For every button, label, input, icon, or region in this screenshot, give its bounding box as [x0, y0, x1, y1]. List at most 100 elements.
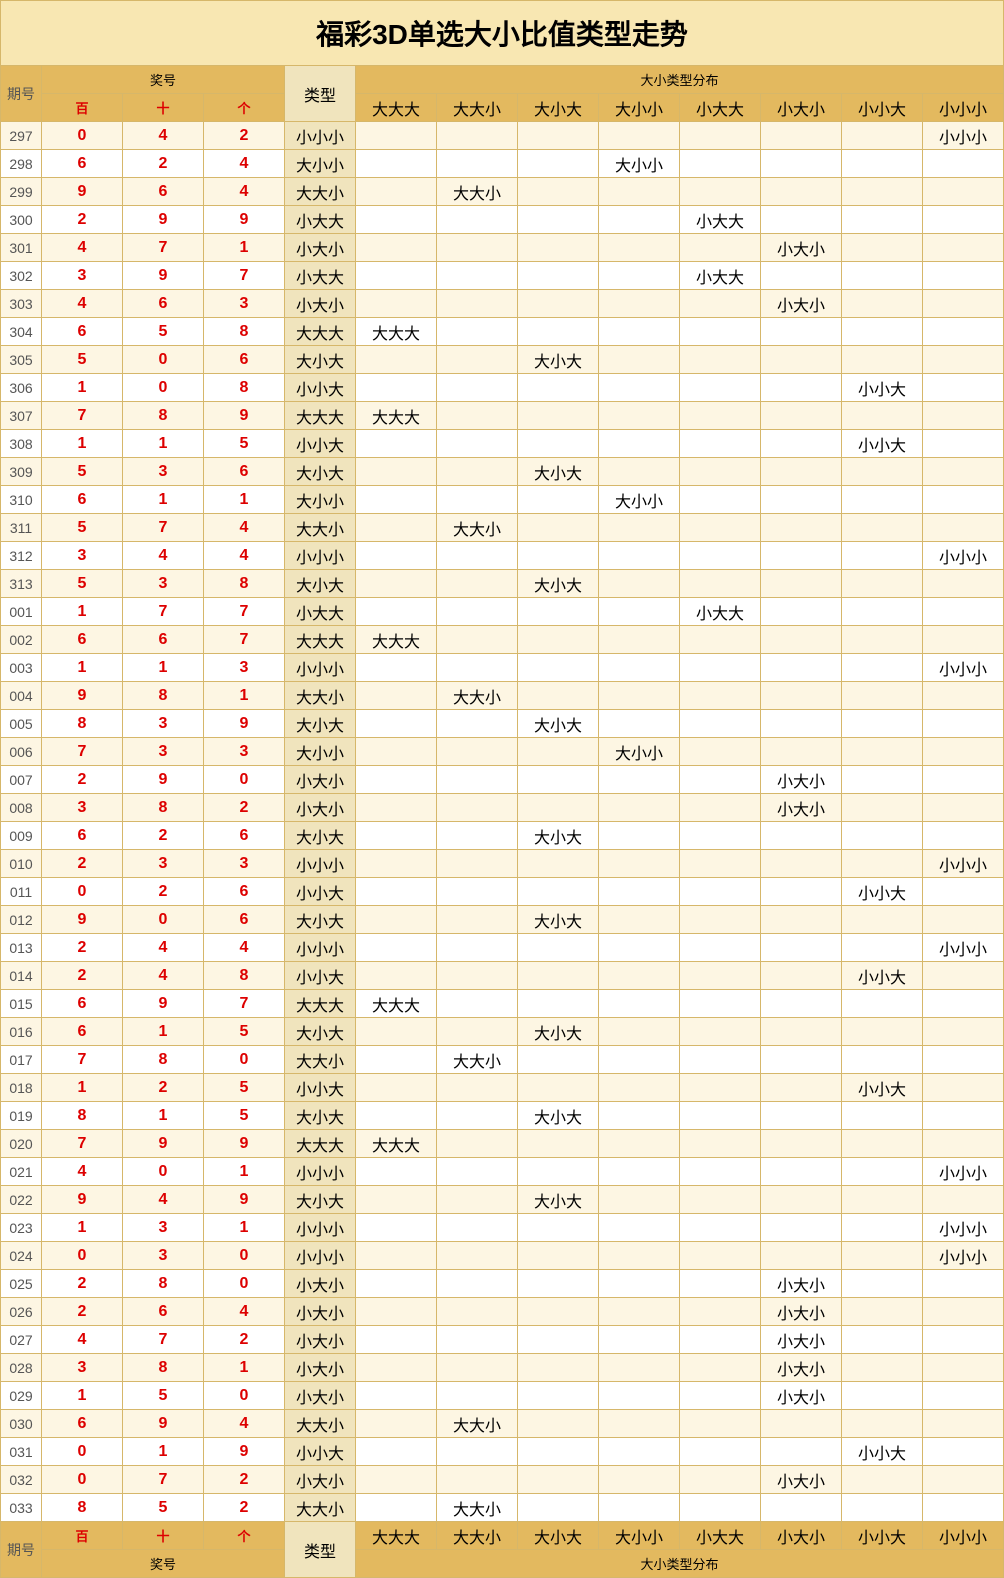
cell-type: 大大小	[285, 514, 356, 542]
cell-type: 小小小	[285, 1158, 356, 1186]
cell-dist	[680, 570, 761, 598]
header-type-3: 大小小	[599, 94, 680, 122]
cell-dist: 大大大	[356, 318, 437, 346]
cell-digit-1: 9	[123, 990, 204, 1018]
cell-period: 004	[1, 682, 42, 710]
cell-type: 小小小	[285, 850, 356, 878]
cell-dist	[761, 906, 842, 934]
cell-digit-2: 5	[204, 1074, 285, 1102]
cell-digit-0: 6	[42, 822, 123, 850]
cell-dist	[437, 346, 518, 374]
cell-digit-2: 3	[204, 738, 285, 766]
cell-dist	[761, 346, 842, 374]
cell-period: 309	[1, 458, 42, 486]
table-row: 005839大小大大小大	[1, 710, 1004, 738]
cell-digit-0: 4	[42, 234, 123, 262]
cell-dist	[842, 234, 923, 262]
cell-type: 小小大	[285, 878, 356, 906]
cell-digit-2: 1	[204, 1214, 285, 1242]
cell-dist	[599, 122, 680, 150]
cell-dist: 小大小	[761, 290, 842, 318]
table-row: 299964大大小大大小	[1, 178, 1004, 206]
cell-digit-0: 3	[42, 262, 123, 290]
cell-dist	[518, 374, 599, 402]
header-period: 期号	[1, 66, 42, 122]
cell-dist	[356, 794, 437, 822]
cell-digit-0: 7	[42, 1130, 123, 1158]
cell-dist	[599, 878, 680, 906]
cell-dist	[842, 122, 923, 150]
cell-type: 小小大	[285, 374, 356, 402]
table-row: 014248小小大小小大	[1, 962, 1004, 990]
cell-digit-0: 8	[42, 710, 123, 738]
cell-dist	[761, 150, 842, 178]
cell-type: 小小小	[285, 934, 356, 962]
cell-dist	[437, 486, 518, 514]
cell-dist	[842, 570, 923, 598]
cell-dist	[923, 598, 1004, 626]
cell-period: 297	[1, 122, 42, 150]
cell-dist	[923, 318, 1004, 346]
cell-dist	[356, 234, 437, 262]
cell-type: 大大大	[285, 318, 356, 346]
cell-digit-2: 6	[204, 346, 285, 374]
cell-digit-0: 2	[42, 766, 123, 794]
cell-digit-1: 8	[123, 794, 204, 822]
cell-dist	[761, 1158, 842, 1186]
cell-digit-1: 2	[123, 822, 204, 850]
cell-dist	[599, 290, 680, 318]
cell-dist	[680, 290, 761, 318]
cell-digit-2: 9	[204, 402, 285, 430]
trend-table: 期号 奖号 类型 大小类型分布 百 十 个 大大大 大大小 大小大 大小小 小大…	[0, 65, 1004, 1578]
cell-type: 小大大	[285, 598, 356, 626]
cell-dist	[842, 318, 923, 346]
table-row: 024030小小小小小小	[1, 1242, 1004, 1270]
cell-dist	[599, 1298, 680, 1326]
cell-digit-0: 1	[42, 1382, 123, 1410]
cell-dist	[923, 878, 1004, 906]
cell-dist	[761, 458, 842, 486]
cell-digit-2: 7	[204, 262, 285, 290]
cell-dist	[680, 402, 761, 430]
cell-period: 307	[1, 402, 42, 430]
cell-dist	[923, 1494, 1004, 1522]
cell-dist	[599, 1102, 680, 1130]
cell-digit-1: 0	[123, 1158, 204, 1186]
cell-dist	[356, 1494, 437, 1522]
table-footer: 期号 百 十 个 类型 大大大 大大小 大小大 大小小 小大大 小大小 小小大 …	[1, 1522, 1004, 1578]
cell-period: 298	[1, 150, 42, 178]
table-header: 期号 奖号 类型 大小类型分布 百 十 个 大大大 大大小 大小大 大小小 小大…	[1, 66, 1004, 122]
cell-digit-1: 7	[123, 514, 204, 542]
cell-dist	[842, 934, 923, 962]
cell-digit-1: 0	[123, 346, 204, 374]
cell-dist	[437, 1298, 518, 1326]
cell-dist	[356, 1270, 437, 1298]
cell-dist	[680, 822, 761, 850]
cell-dist	[356, 1466, 437, 1494]
cell-dist	[923, 1298, 1004, 1326]
cell-digit-0: 6	[42, 150, 123, 178]
cell-digit-0: 0	[42, 1242, 123, 1270]
cell-dist	[761, 430, 842, 458]
cell-dist	[437, 1242, 518, 1270]
cell-dist	[761, 878, 842, 906]
cell-type: 小小大	[285, 1074, 356, 1102]
cell-dist: 大小大	[518, 346, 599, 374]
table-row: 310611大小小大小小	[1, 486, 1004, 514]
table-row: 298624大小小大小小	[1, 150, 1004, 178]
cell-digit-0: 5	[42, 346, 123, 374]
cell-period: 021	[1, 1158, 42, 1186]
table-row: 032072小大小小大小	[1, 1466, 1004, 1494]
cell-digit-2: 8	[204, 962, 285, 990]
cell-digit-0: 4	[42, 290, 123, 318]
cell-period: 013	[1, 934, 42, 962]
cell-dist	[842, 654, 923, 682]
cell-dist	[680, 1214, 761, 1242]
cell-dist	[680, 514, 761, 542]
cell-dist	[518, 1214, 599, 1242]
cell-dist	[518, 766, 599, 794]
cell-digit-1: 1	[123, 1438, 204, 1466]
cell-dist	[518, 290, 599, 318]
cell-digit-2: 2	[204, 1494, 285, 1522]
header-type-1: 大大小	[437, 94, 518, 122]
